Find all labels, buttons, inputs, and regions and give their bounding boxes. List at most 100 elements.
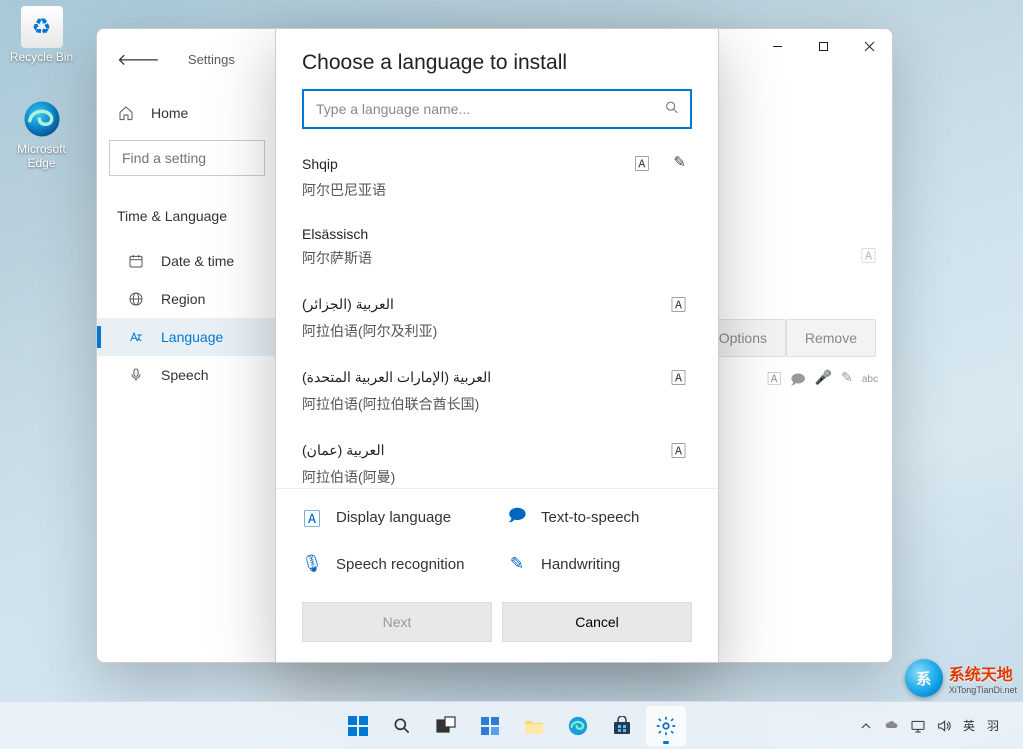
nav-home[interactable]: Home (97, 94, 277, 132)
store-button[interactable] (602, 706, 642, 746)
back-button[interactable]: 🡐 (117, 49, 160, 70)
language-native: العربية (الإمارات العربية المتحدة) (302, 369, 491, 386)
find-setting-input[interactable] (109, 140, 265, 176)
edge-taskbar-button[interactable] (558, 706, 598, 746)
language-icon (127, 328, 145, 346)
window-titlebar (754, 29, 892, 69)
ghost-display-icon: 🄰 (861, 245, 876, 266)
brand-text-main: 系统天地 (949, 661, 1017, 685)
volume-icon[interactable] (935, 717, 953, 735)
language-item[interactable]: العربية (الجزائر) 🄰 阿拉伯语(阿尔及利亚) (276, 282, 718, 355)
language-local: 阿拉伯语(阿拉伯联合酋长国) (302, 394, 692, 414)
language-local: 阿尔萨斯语 (302, 248, 692, 268)
start-button[interactable] (338, 706, 378, 746)
nav-language-label: Language (161, 329, 223, 345)
file-explorer-button[interactable] (514, 706, 554, 746)
nav-category: Time & Language (97, 200, 277, 232)
remove-button[interactable]: Remove (786, 319, 876, 357)
language-search-input[interactable] (302, 89, 692, 129)
maximize-button[interactable] (800, 29, 846, 63)
language-local: 阿拉伯语(阿尔及利亚) (302, 321, 692, 341)
feat-display-icon: 🄰 (671, 294, 686, 315)
display-language-icon: 🄰 (302, 505, 322, 530)
close-button[interactable] (846, 29, 892, 63)
language-native: Shqip (302, 156, 338, 172)
recycle-bin-label: Recycle Bin (4, 50, 79, 64)
system-tray[interactable]: 英 羽 (857, 717, 1015, 735)
legend-tts: 🗩 Text-to-speech (507, 503, 692, 532)
settings-sidebar: 🡐 Settings Home Time & Language Date & t… (97, 29, 277, 662)
brand-logo-icon: 系 (905, 659, 943, 697)
nav-speech[interactable]: Speech (97, 356, 277, 394)
legend-handwriting-label: Handwriting (541, 556, 620, 573)
language-local: 阿拉伯语(阿曼) (302, 467, 692, 487)
feat-spell-icon: abc (862, 369, 878, 393)
cancel-button[interactable]: Cancel (502, 602, 692, 642)
settings-taskbar-button[interactable] (646, 706, 686, 746)
language-native: Elsässisch (302, 226, 368, 242)
ime-indicator-1[interactable]: 英 (961, 717, 977, 734)
desktop-icon-edge[interactable]: Microsoft Edge (4, 98, 79, 171)
globe-icon (127, 290, 145, 308)
taskbar-search[interactable] (382, 706, 422, 746)
nav-region-label: Region (161, 291, 205, 307)
feat-display-icon: 🄰 (634, 153, 649, 174)
taskbar: 英 羽 (0, 701, 1023, 749)
calendar-icon (127, 252, 145, 270)
feat-handwriting-icon: ✎ (673, 153, 686, 174)
legend-display: 🄰 Display language (302, 503, 487, 532)
nav-date-time[interactable]: Date & time (97, 242, 277, 280)
ime-indicator-2[interactable]: 羽 (985, 717, 1001, 734)
recycle-bin-icon (21, 6, 63, 48)
legend-speech-label: Speech recognition (336, 556, 464, 573)
next-button[interactable]: Next (302, 602, 492, 642)
find-setting[interactable] (109, 140, 265, 176)
nav-home-label: Home (151, 105, 188, 121)
microphone-icon (127, 366, 145, 384)
language-item[interactable]: العربية (عمان) 🄰 阿拉伯语(阿曼) (276, 428, 718, 488)
nav-date-time-label: Date & time (161, 253, 234, 269)
language-native: العربية (الجزائر) (302, 296, 394, 313)
minimize-button[interactable] (754, 29, 800, 63)
nav-speech-label: Speech (161, 367, 208, 383)
legend-speech: 🎙 Speech recognition (302, 554, 487, 574)
settings-title: Settings (188, 52, 235, 67)
search-icon (664, 100, 680, 119)
edge-icon (21, 98, 63, 140)
dialog-title: Choose a language to install (276, 29, 718, 89)
speech-recognition-icon: 🎙 (302, 554, 322, 574)
language-item[interactable]: Elsässisch 阿尔萨斯语 (276, 214, 718, 282)
language-search[interactable] (302, 89, 692, 129)
brand-text-sub: XiTongTianDi.net (949, 685, 1017, 695)
task-view-button[interactable] (426, 706, 466, 746)
nav-region[interactable]: Region (97, 280, 277, 318)
home-icon (117, 104, 135, 122)
edge-label: Microsoft Edge (4, 142, 79, 171)
language-feature-icons: 🄰 🗩 🎤 ✎ abc (767, 369, 878, 393)
tray-chevron-icon[interactable] (857, 717, 875, 735)
network-icon[interactable] (909, 717, 927, 735)
language-local: 阿尔巴尼亚语 (302, 180, 692, 200)
feat-speech-icon: 🎤 (815, 369, 832, 393)
widgets-button[interactable] (470, 706, 510, 746)
legend-display-label: Display language (336, 509, 451, 526)
language-list[interactable]: Shqip 🄰 ✎ 阿尔巴尼亚语 Elsässisch 阿尔萨斯语 العربي… (276, 137, 718, 488)
language-native: العربية (عمان) (302, 442, 384, 459)
onedrive-icon[interactable] (883, 717, 901, 735)
legend-tts-label: Text-to-speech (541, 509, 639, 526)
handwriting-icon: ✎ (507, 554, 527, 574)
nav-language[interactable]: Language (97, 318, 277, 356)
choose-language-dialog: Choose a language to install Shqip 🄰 ✎ 阿… (275, 28, 719, 663)
tts-icon: 🗩 (507, 503, 527, 532)
language-item[interactable]: العربية (الإمارات العربية المتحدة) 🄰 阿拉伯… (276, 355, 718, 428)
brand-watermark: 系 系统天地 XiTongTianDi.net (905, 659, 1017, 697)
language-item[interactable]: Shqip 🄰 ✎ 阿尔巴尼亚语 (276, 141, 718, 214)
desktop-icon-recycle-bin[interactable]: Recycle Bin (4, 6, 79, 64)
feat-display-icon: 🄰 (671, 440, 686, 461)
legend-handwriting: ✎ Handwriting (507, 554, 692, 574)
feat-display-icon: 🄰 (767, 369, 781, 393)
feat-display-icon: 🄰 (671, 367, 686, 388)
feature-legend: 🄰 Display language 🗩 Text-to-speech 🎙 Sp… (276, 488, 718, 584)
feat-tts-icon: 🗩 (790, 369, 806, 393)
feat-handwriting-icon: ✎ (841, 369, 853, 393)
